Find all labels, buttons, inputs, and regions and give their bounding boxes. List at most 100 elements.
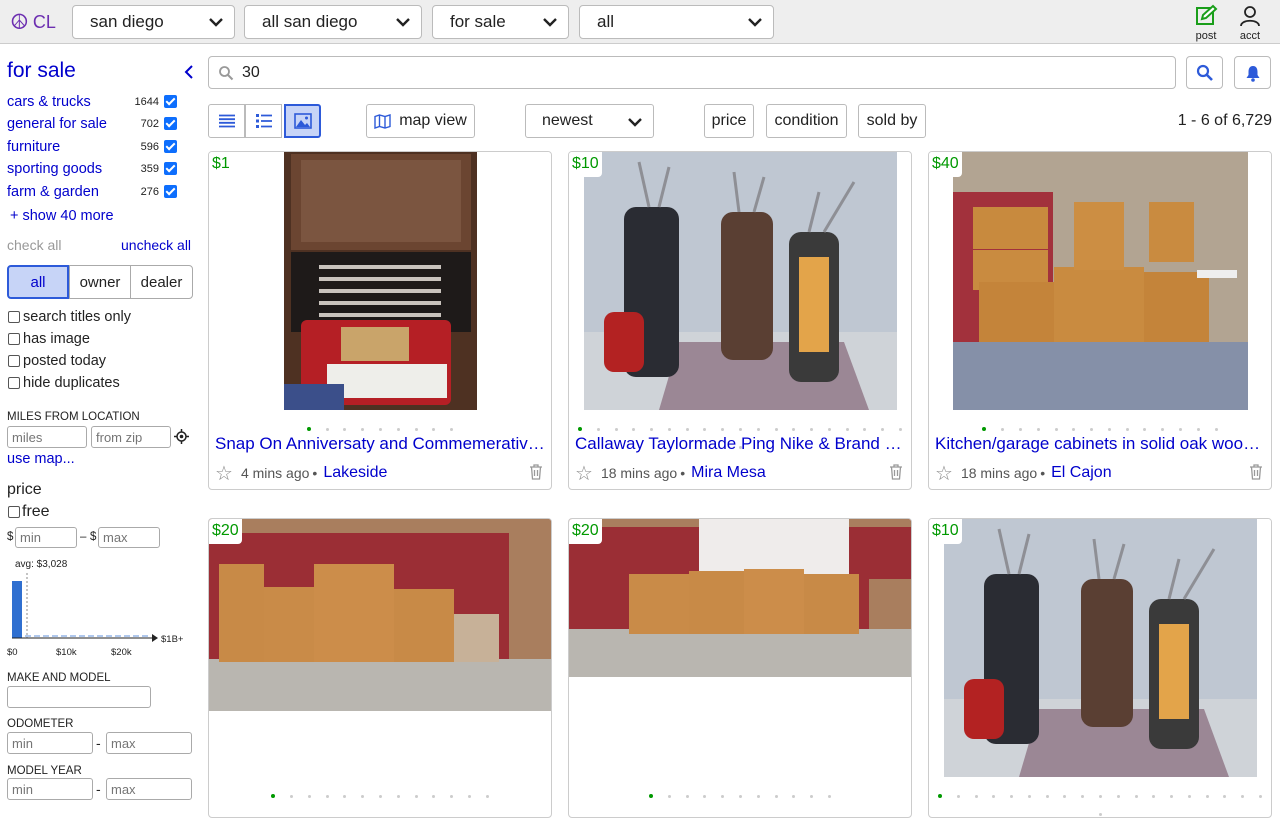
category-checkbox[interactable] (164, 140, 177, 153)
condition-filter-button[interactable]: condition (766, 104, 847, 138)
listing-title[interactable]: Callaway Taylormade Ping Nike & Brand Na… (575, 434, 907, 454)
listing-card[interactable]: $20 (568, 518, 912, 818)
oak-cabinets-photo (953, 152, 1248, 410)
star-icon[interactable]: ☆ (575, 461, 593, 486)
seller-all-button[interactable]: all (7, 265, 69, 299)
category-item[interactable]: sporting goods 359 (7, 161, 185, 179)
price-min-input[interactable] (15, 527, 77, 548)
price-histogram[interactable]: avg: $3,028 $0 $10k $20k $1B+ (0, 553, 200, 663)
listing-photo[interactable] (209, 519, 551, 711)
category-label[interactable]: furniture (7, 139, 60, 155)
collapse-sidebar-icon[interactable] (182, 64, 196, 80)
seller-dealer-button[interactable]: dealer (130, 265, 193, 299)
checkbox[interactable] (8, 506, 20, 518)
locate-icon[interactable] (174, 429, 189, 444)
listing-price: $10 (929, 519, 962, 544)
type-select-value: all (597, 12, 615, 31)
uncheck-all-link[interactable]: uncheck all (121, 237, 191, 253)
type-select[interactable]: all (579, 5, 774, 39)
use-map-link[interactable]: use map... (7, 451, 75, 467)
area-select[interactable]: san diego (72, 5, 235, 39)
zip-input[interactable] (91, 426, 171, 448)
sold-by-filter-button[interactable]: sold by (858, 104, 926, 138)
year-max-input[interactable] (106, 778, 192, 800)
price-filter-button[interactable]: price (704, 104, 754, 138)
posted-today-option[interactable]: posted today (8, 352, 106, 370)
photo-carousel-dots[interactable] (569, 785, 911, 803)
category-item[interactable]: cars & trucks 1644 (7, 94, 185, 112)
odometer-min-input[interactable] (7, 732, 93, 754)
category-label[interactable]: farm & garden (7, 184, 99, 200)
odometer-max-input[interactable] (106, 732, 192, 754)
miles-input[interactable] (7, 426, 87, 448)
listing-card[interactable]: $1 Snap On Anniversaty and Commemerative… (208, 151, 552, 490)
category-checkbox[interactable] (164, 162, 177, 175)
listing-photo[interactable] (569, 152, 911, 410)
account-button[interactable]: acct (1230, 4, 1270, 42)
category-checkbox[interactable] (164, 95, 177, 108)
map-view-button[interactable]: map view (366, 104, 475, 138)
search-button[interactable] (1186, 56, 1223, 89)
has-image-option[interactable]: has image (8, 330, 90, 348)
search-query[interactable]: 30 (242, 64, 260, 82)
category-checkbox[interactable] (164, 185, 177, 198)
category-label[interactable]: sporting goods (7, 161, 102, 177)
checkbox[interactable] (8, 333, 20, 345)
category-item[interactable]: furniture 596 (7, 139, 185, 157)
sort-select[interactable]: newest (525, 104, 654, 138)
star-icon[interactable]: ☆ (215, 461, 233, 486)
category-label[interactable]: general for sale (7, 116, 107, 132)
category-item[interactable]: general for sale 702 (7, 116, 185, 134)
dollar-sign: $ (90, 531, 97, 543)
seller-owner-button[interactable]: owner (69, 265, 131, 299)
photo-carousel-dots[interactable] (209, 785, 551, 803)
area-select-value: san diego (90, 12, 164, 31)
make-model-input[interactable] (7, 686, 151, 708)
category-count: 702 (140, 118, 159, 130)
hide-duplicates-option[interactable]: hide duplicates (8, 374, 120, 392)
category-label[interactable]: cars & trucks (7, 94, 91, 110)
option-label: free (22, 503, 50, 520)
listing-photo[interactable] (209, 152, 551, 410)
craigslist-logo[interactable]: ☮ CL (10, 11, 56, 33)
listing-photo[interactable] (929, 152, 1271, 410)
listing-card[interactable]: $10 (928, 518, 1272, 818)
saved-search-alert-button[interactable] (1234, 56, 1271, 89)
show-more-link[interactable]: + show 40 more (10, 208, 114, 224)
trash-icon[interactable] (529, 464, 543, 480)
price-max-input[interactable] (98, 527, 160, 548)
checkbox[interactable] (8, 311, 20, 323)
trash-icon[interactable] (889, 464, 903, 480)
free-option[interactable]: free (8, 503, 50, 521)
year-min-input[interactable] (7, 778, 93, 800)
listing-card[interactable]: $10 Callaway Taylormade Ping Nike & Bran… (568, 151, 912, 490)
photo-carousel-dots[interactable] (929, 785, 1271, 817)
listing-title[interactable]: Kitchen/garage cabinets in solid oak woo… (935, 434, 1267, 454)
listing-card[interactable]: $40 Kitchen/garage cabinets in solid oak… (928, 151, 1272, 490)
listing-photo[interactable] (569, 519, 911, 677)
model-year-label: MODEL YEAR (7, 765, 82, 777)
post-button[interactable]: post (1186, 4, 1226, 42)
listing-title[interactable]: Snap On Anniversaty and Commemerative Wr… (215, 434, 547, 454)
list-view-button[interactable] (208, 104, 245, 138)
category-checkbox[interactable] (164, 117, 177, 130)
search-titles-option[interactable]: search titles only (8, 308, 131, 326)
listing-card[interactable]: $20 (208, 518, 552, 818)
gallery-view-button[interactable] (284, 104, 321, 138)
odometer-label: ODOMETER (7, 718, 74, 730)
category-item[interactable]: farm & garden 276 (7, 184, 185, 202)
checkbox[interactable] (8, 377, 20, 389)
checkbox[interactable] (8, 355, 20, 367)
trash-icon[interactable] (1249, 464, 1263, 480)
subarea-select[interactable]: all san diego (244, 5, 422, 39)
account-label: acct (1239, 30, 1261, 42)
star-icon[interactable]: ☆ (935, 461, 953, 486)
search-bar[interactable]: 30 (208, 56, 1176, 89)
category-select[interactable]: for sale (432, 5, 569, 39)
dollar-sign: $ (7, 531, 14, 543)
check-all-link[interactable]: check all (7, 237, 61, 253)
category-count: 276 (140, 186, 159, 198)
thumb-view-button[interactable] (245, 104, 282, 138)
listing-photo[interactable] (929, 519, 1271, 777)
make-model-label: MAKE AND MODEL (7, 672, 111, 684)
